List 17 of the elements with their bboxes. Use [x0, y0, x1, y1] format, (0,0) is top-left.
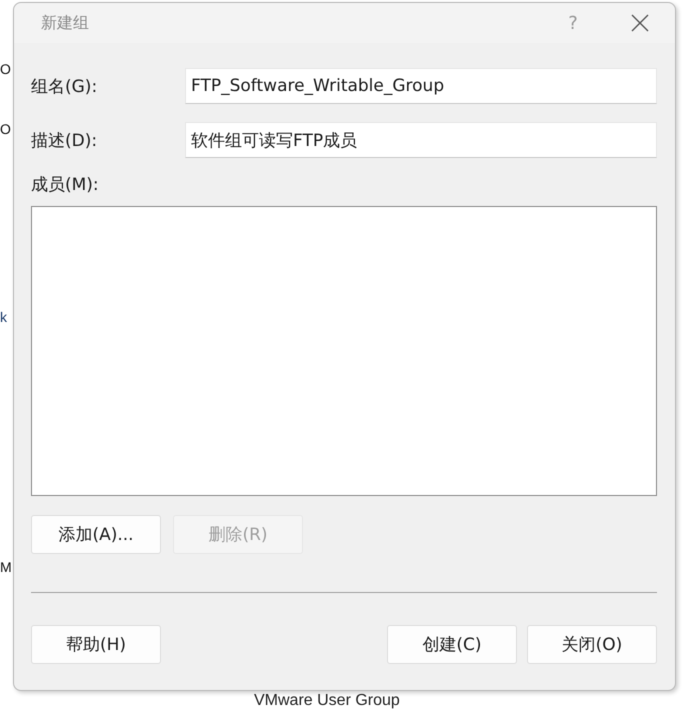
input-field[interactable]: 软件组可读写FTP成员: [185, 122, 657, 158]
background-text: k: [0, 308, 7, 326]
close-button[interactable]: 关闭(O): [527, 625, 657, 664]
help-button[interactable]: 帮助(H): [31, 625, 161, 664]
close-icon: [631, 14, 649, 32]
window-title: 新建组: [41, 12, 89, 34]
field-label: 成员(M):: [31, 174, 100, 195]
background-text: O: [0, 120, 11, 138]
background-text: M: [0, 558, 12, 576]
create-button[interactable]: 创建(C): [387, 625, 517, 664]
background-text: O: [0, 60, 11, 78]
field-label: 组名(G):: [31, 76, 98, 98]
add-button[interactable]: 添加(A)...: [31, 515, 161, 554]
close-button[interactable]: [631, 14, 649, 32]
input-field[interactable]: FTP_Software_Writable_Group: [185, 68, 657, 104]
field-label: 描述(D):: [31, 130, 98, 152]
background-text: VMware User Group: [254, 691, 400, 710]
